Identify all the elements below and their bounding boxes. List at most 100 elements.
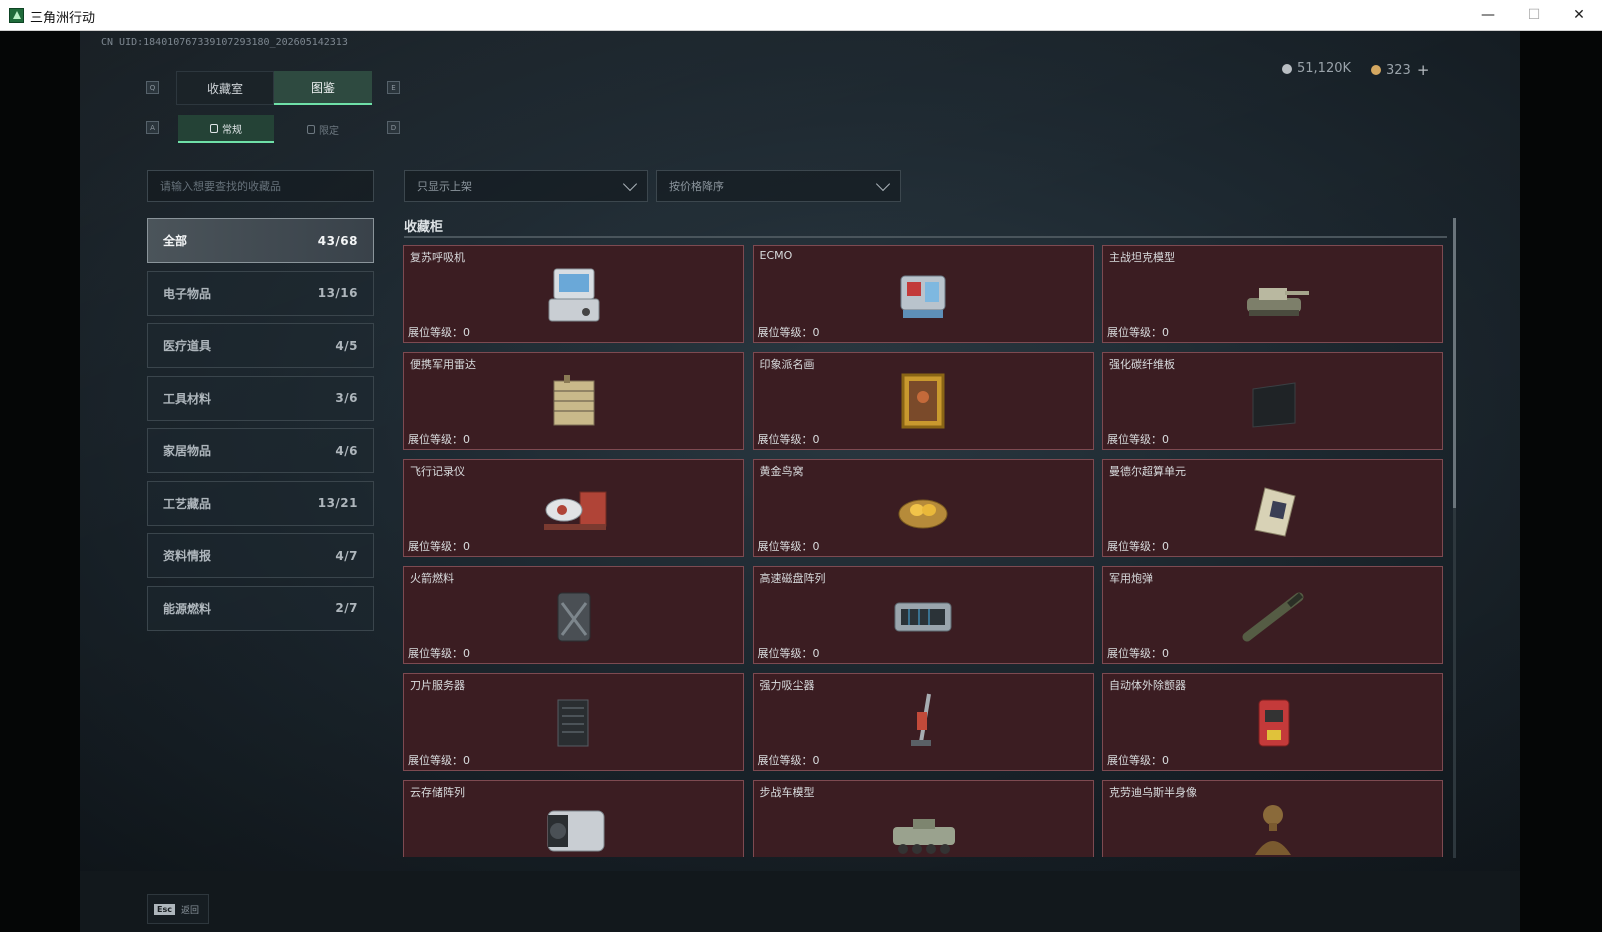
collection-card[interactable]: 自动体外除颤器 展位等级：0 (1102, 673, 1443, 771)
category-count: 4/5 (335, 338, 358, 353)
app-logo-icon (9, 8, 24, 23)
item-name: 主战坦克模型 (1109, 251, 1175, 264)
subtab-limited-label: 限定 (319, 125, 339, 137)
category-label: 工艺藏品 (163, 496, 212, 511)
category-label: 全部 (163, 234, 188, 248)
category-label: 工具材料 (163, 391, 212, 406)
collection-card[interactable]: 火箭燃料 展位等级：0 (403, 566, 744, 664)
radar-icon (524, 361, 624, 441)
collection-card[interactable]: 复苏呼吸机 展位等级：0 (403, 245, 744, 343)
item-display-level: 展位等级：0 (408, 647, 470, 660)
close-button[interactable]: ✕ (1556, 0, 1602, 30)
back-button[interactable]: Esc 返回 (147, 894, 209, 924)
item-display-level: 展位等级：0 (1107, 540, 1169, 553)
category-label: 电子物品 (163, 286, 212, 301)
bust-icon (1223, 789, 1323, 857)
disk-array-icon (873, 575, 973, 655)
hotkey-next-tab: E (387, 81, 400, 94)
item-name: 步战车模型 (759, 786, 815, 799)
add-currency-button[interactable]: + (1417, 61, 1430, 79)
search-input[interactable] (148, 171, 373, 201)
item-name: 印象派名画 (759, 358, 815, 371)
collection-card[interactable]: 步战车模型 (752, 780, 1094, 857)
collection-card[interactable]: ECMO 展位等级：0 (752, 245, 1094, 343)
hotkey-next-subtab: D (387, 121, 400, 134)
grid-scroll-thumb[interactable] (1453, 218, 1456, 508)
item-name: 便携军用雷达 (410, 358, 476, 371)
bottom-bar (80, 871, 1520, 932)
collection-card[interactable]: 强化碳纤维板 展位等级：0 (1102, 352, 1443, 450)
item-display-level: 展位等级：0 (757, 754, 820, 767)
item-display-level: 展位等级：0 (408, 754, 470, 767)
filter-dropdown-label: 只显示上架 (417, 180, 472, 193)
category-energy[interactable]: 能源燃料 2/7 (147, 585, 374, 631)
item-display-level: 展位等级：0 (1107, 326, 1169, 339)
filter-dropdown[interactable]: 只显示上架 (404, 170, 648, 202)
collection-card[interactable]: 主战坦克模型 展位等级：0 (1102, 245, 1443, 343)
search-box (147, 170, 374, 202)
item-display-level: 展位等级：0 (1107, 754, 1169, 767)
item-display-level: 展位等级：0 (757, 540, 820, 553)
category-all[interactable]: 全部 43/68 (147, 218, 374, 263)
minimize-button[interactable]: — (1465, 0, 1511, 30)
collection-grid: 复苏呼吸机 展位等级：0 ECMO 展位等级：0 主战坦克模型 展位等级：0 便携军用雷达展… (403, 245, 1448, 857)
image-icon (307, 124, 315, 134)
esc-key-icon: Esc (154, 903, 175, 915)
item-display-level: 展位等级：0 (408, 540, 470, 553)
collection-card[interactable]: 高速磁盘阵列 展位等级：0 (752, 566, 1094, 664)
collection-card[interactable]: 刀片服务器 展位等级：0 (403, 673, 744, 771)
collection-card[interactable]: 印象派名画展位等级：0 (752, 352, 1094, 450)
category-count: 4/6 (335, 443, 358, 458)
category-crafts[interactable]: 工艺藏品 13/21 (147, 480, 374, 526)
tank-model-icon (1223, 254, 1323, 334)
collection-card[interactable]: 军用炮弹 展位等级：0 (1102, 566, 1443, 664)
subtab-limited[interactable]: 限定 (274, 115, 372, 143)
sort-dropdown[interactable]: 按价格降序 (656, 170, 901, 202)
ifv-model-icon (873, 789, 973, 857)
category-tools[interactable]: 工具材料 3/6 (147, 375, 374, 421)
section-divider (404, 236, 1447, 238)
category-count: 13/16 (317, 286, 358, 300)
chevron-down-icon (875, 176, 891, 192)
category-household[interactable]: 家居物品 4/6 (147, 428, 374, 473)
collection-card[interactable]: 黄金鸟窝 展位等级：0 (752, 459, 1094, 557)
sort-dropdown-label: 按价格降序 (669, 180, 724, 193)
collection-card[interactable]: 飞行记录仪展位等级：0 (403, 459, 744, 557)
category-label: 医疗道具 (163, 339, 212, 353)
item-name: 曼德尔超算单元 (1109, 465, 1186, 478)
back-label: 返回 (180, 905, 199, 916)
item-name: 飞行记录仪 (410, 465, 465, 478)
category-label: 资料情报 (163, 549, 212, 563)
collection-card[interactable]: 曼德尔超算单元 展位等级：0 (1102, 459, 1443, 557)
category-intel[interactable]: 资料情报 4/7 (147, 533, 374, 578)
item-name: 强化碳纤维板 (1109, 358, 1175, 371)
section-title: 收藏柜 (404, 220, 444, 235)
tab-atlas[interactable]: 图鉴 (274, 71, 372, 105)
window-titlebar: 三角洲行动 — ☐ ✕ (0, 0, 1602, 31)
item-name: 军用炮弹 (1109, 572, 1153, 585)
collection-card[interactable]: 云存储阵列 (403, 780, 744, 857)
tab-collection-room[interactable]: 收藏室 (176, 71, 274, 105)
subtab-normal-label: 常规 (222, 124, 242, 136)
subtab-normal[interactable]: 常规 (178, 115, 274, 143)
item-display-level: 展位等级：0 (1107, 433, 1169, 446)
silver-amount: 51,120K (1297, 61, 1352, 76)
defibrillator-icon (1223, 682, 1323, 762)
category-medical[interactable]: 医疗道具 4/5 (147, 323, 374, 368)
gold-coin-icon (1371, 65, 1381, 75)
category-count: 13/21 (317, 496, 358, 510)
collection-card[interactable]: 克劳迪乌斯半身像 (1102, 780, 1443, 857)
collection-card[interactable]: 强力吸尘器 展位等级：0 (752, 673, 1094, 771)
item-display-level: 展位等级：0 (757, 433, 820, 446)
collection-card[interactable]: 便携军用雷达 展位等级：0 (403, 352, 744, 450)
hotkey-prev-tab: Q (146, 81, 159, 94)
category-electronics[interactable]: 电子物品 13/16 (147, 270, 374, 316)
letterbox-left (0, 31, 80, 932)
maximize-button[interactable]: ☐ (1511, 0, 1557, 30)
lock-open-icon (210, 123, 218, 133)
gold-currency: 323 + (1371, 61, 1429, 79)
hotkey-prev-subtab: A (146, 121, 159, 134)
window-title: 三角洲行动 (30, 11, 96, 26)
item-display-level: 展位等级：0 (408, 433, 470, 446)
painting-icon (873, 361, 973, 441)
